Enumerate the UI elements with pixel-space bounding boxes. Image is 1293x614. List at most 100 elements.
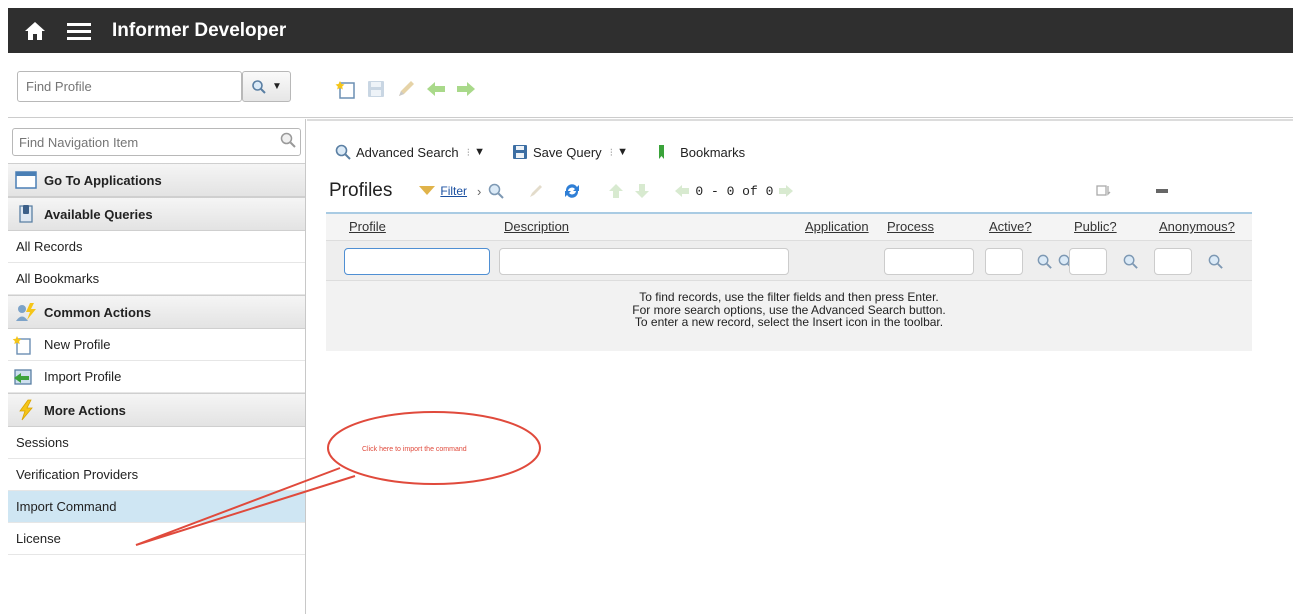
chevron-down-icon[interactable]: ▼	[474, 146, 485, 158]
bookmarks-button[interactable]: Bookmarks	[654, 143, 745, 161]
chevron-down-icon: ▼	[272, 81, 282, 92]
navigation-sidebar: Go To Applications Available Queries All…	[8, 119, 306, 614]
sidebar-item-label: All Bookmarks	[16, 271, 100, 286]
home-icon[interactable]	[24, 20, 46, 42]
sidebar-item-all-bookmarks[interactable]: All Bookmarks	[8, 263, 305, 295]
column-header-application[interactable]: Application	[805, 219, 869, 234]
grid-header-row: Profile Description Application Process …	[326, 214, 1252, 241]
grid-heading-row: Profiles Filter › 0 - 0 of 0	[329, 176, 1289, 206]
column-header-public[interactable]: Public?	[1074, 219, 1117, 234]
top-header-bar: Informer Developer	[8, 8, 1293, 53]
search-icon[interactable]	[1122, 253, 1139, 270]
lightning-icon	[19, 399, 33, 421]
new-document-icon	[12, 335, 31, 355]
search-icon[interactable]	[1036, 253, 1053, 270]
sidebar-item-new-profile[interactable]: New Profile	[8, 329, 305, 361]
clear-filter-icon	[530, 185, 543, 197]
message-line: To find records, use the filter fields a…	[639, 290, 939, 304]
message-line: To enter a new record, select the Insert…	[634, 315, 944, 329]
column-header-description[interactable]: Description	[504, 219, 569, 234]
advanced-search-button[interactable]: Advanced Search	[334, 143, 459, 161]
search-icon[interactable]	[279, 131, 297, 149]
sidebar-item-label: Sessions	[16, 435, 69, 450]
bookmarks-label: Bookmarks	[680, 144, 746, 160]
profiles-grid: Profile Description Application Process …	[326, 212, 1252, 351]
column-header-anonymous[interactable]: Anonymous?	[1159, 219, 1235, 234]
query-toolbar: Advanced Search ⁝ ▼ Save Query ⁝ ▼ Bookm…	[334, 143, 745, 161]
menu-divider: ⁝	[609, 146, 614, 159]
move-down-icon	[635, 184, 650, 198]
sidebar-item-label: Verification Providers	[16, 467, 139, 482]
search-icon[interactable]	[487, 182, 505, 200]
previous-record-icon	[427, 82, 445, 96]
sidebar-section-label: More Actions	[44, 402, 126, 418]
sidebar-item-license[interactable]: License	[8, 523, 305, 555]
sidebar-list: Go To Applications Available Queries All…	[8, 163, 305, 555]
sidebar-section-label: Common Actions	[44, 304, 152, 320]
save-record-icon	[368, 81, 384, 97]
app-title: Informer Developer	[112, 19, 287, 41]
empty-grid-message: To find records, use the filter fields a…	[326, 282, 1252, 329]
page-title: Profiles	[329, 180, 393, 201]
description-filter-input[interactable]	[499, 248, 789, 275]
active-filter-input[interactable]	[985, 248, 1023, 275]
process-filter-input[interactable]	[884, 248, 974, 275]
chevron-down-icon[interactable]: ▼	[617, 146, 628, 158]
save-icon	[513, 145, 528, 159]
anonymous-filter-input[interactable]	[1154, 248, 1192, 275]
query-icon	[19, 205, 33, 223]
previous-page-icon	[675, 185, 690, 197]
edit-record-icon	[399, 81, 414, 96]
sidebar-item-go-to-applications[interactable]: Go To Applications	[8, 163, 305, 197]
pager-status: 0 - 0 of 0	[695, 183, 774, 199]
find-profile-input[interactable]	[17, 71, 242, 102]
column-header-process[interactable]: Process	[887, 219, 934, 234]
filter-link[interactable]: Filter	[440, 184, 467, 198]
sidebar-item-all-records[interactable]: All Records	[8, 231, 305, 263]
sidebar-item-import-profile[interactable]: Import Profile	[8, 361, 305, 393]
column-header-profile[interactable]: Profile	[349, 219, 386, 234]
next-page-icon	[779, 185, 794, 197]
search-icon	[252, 79, 266, 94]
main-content: Advanced Search ⁝ ▼ Save Query ⁝ ▼ Bookm…	[307, 119, 1293, 614]
export-icon[interactable]	[1095, 182, 1113, 200]
insert-record-icon[interactable]	[335, 78, 357, 100]
search-icon[interactable]	[1207, 253, 1224, 270]
refresh-icon[interactable]	[563, 182, 581, 200]
sidebar-item-label: License	[16, 531, 61, 546]
sidebar-item-label: Go To Applications	[44, 172, 162, 188]
advanced-search-label: Advanced Search	[356, 144, 459, 160]
find-navigation-item-input[interactable]	[12, 128, 301, 156]
save-query-label: Save Query	[533, 144, 602, 160]
sidebar-item-sessions[interactable]: Sessions	[8, 427, 305, 459]
profile-toolbar: ▼	[8, 58, 1293, 118]
sidebar-item-label: New Profile	[44, 337, 111, 352]
column-header-active[interactable]: Active?	[989, 219, 1032, 234]
move-up-icon	[609, 184, 624, 198]
sidebar-item-verification-providers[interactable]: Verification Providers	[8, 459, 305, 491]
collapse-icon[interactable]	[1153, 182, 1171, 200]
sidebar-item-label: Import Profile	[44, 369, 122, 384]
sidebar-section-common-actions: Common Actions	[8, 295, 305, 329]
search-icon	[335, 144, 351, 160]
sidebar-item-label: All Records	[16, 239, 83, 254]
menu-divider: ⁝	[466, 146, 471, 159]
sidebar-section-label: Available Queries	[44, 206, 153, 222]
bookmark-icon	[659, 145, 665, 159]
save-query-button[interactable]: Save Query	[511, 143, 602, 161]
public-filter-input[interactable]	[1069, 248, 1107, 275]
next-record-icon	[457, 82, 475, 96]
record-toolbar-icons	[335, 78, 477, 100]
import-icon	[14, 368, 32, 385]
chevron-right-icon: ›	[477, 183, 482, 199]
sidebar-section-more-actions: More Actions	[8, 393, 305, 427]
profile-filter-input[interactable]	[344, 248, 490, 275]
sidebar-item-import-command[interactable]: Import Command	[8, 491, 305, 523]
annotation-text: Click here to import the command	[362, 446, 467, 453]
users-lightning-icon	[16, 303, 36, 321]
sidebar-item-label: Import Command	[16, 499, 117, 514]
filter-icon	[419, 186, 436, 195]
hamburger-menu-icon[interactable]	[66, 20, 92, 42]
find-profile-search-button[interactable]: ▼	[242, 71, 291, 102]
application-window-icon	[15, 171, 37, 189]
